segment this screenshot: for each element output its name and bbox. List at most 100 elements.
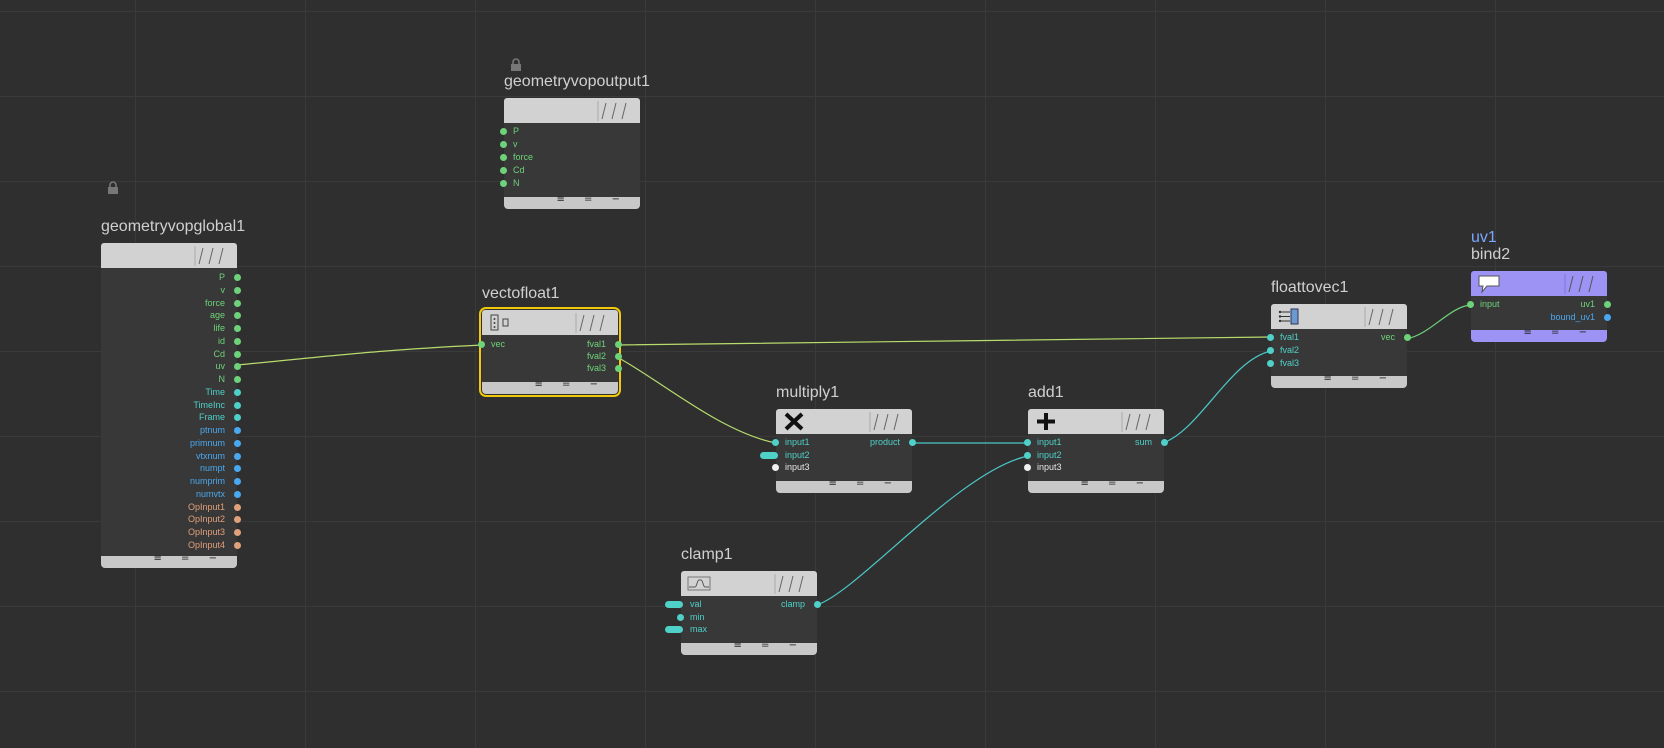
port-input[interactable]: input — [1467, 298, 1500, 310]
port-output[interactable]: numpt — [200, 462, 241, 474]
port-connector[interactable] — [234, 337, 241, 345]
footer-controls[interactable]: ≡ = − — [1324, 373, 1396, 384]
node-header[interactable] — [681, 571, 817, 597]
wire-fval2-to-input1[interactable] — [616, 356, 777, 444]
port-output[interactable]: OpInput1 — [188, 501, 241, 513]
port-output[interactable]: force — [205, 297, 241, 309]
port-connector[interactable] — [500, 128, 507, 135]
node-flags-icon[interactable] — [1559, 274, 1599, 294]
port-output[interactable]: vtxnum — [196, 450, 241, 462]
port-input[interactable]: min — [677, 611, 705, 623]
node-footer[interactable]: ≡ = − — [101, 553, 237, 568]
port-output[interactable]: N — [219, 373, 241, 385]
port-connector[interactable] — [1604, 301, 1611, 308]
port-output[interactable]: fval1 — [587, 338, 622, 350]
port-connector[interactable] — [1404, 334, 1411, 341]
port-input[interactable]: input3 — [1024, 461, 1062, 473]
port-connector[interactable] — [234, 388, 241, 396]
port-output[interactable]: Frame — [199, 411, 241, 423]
port-connector[interactable] — [234, 414, 241, 422]
port-connector[interactable] — [615, 353, 622, 360]
port-connector[interactable] — [500, 180, 507, 187]
node-header[interactable] — [101, 243, 237, 269]
port-input[interactable]: fval2 — [1267, 344, 1299, 356]
node-footer[interactable]: ≡ = − — [681, 640, 817, 655]
node-flags-icon[interactable] — [1359, 307, 1399, 327]
wire-vec-to-input[interactable] — [1405, 304, 1472, 340]
footer-controls[interactable]: ≡ = − — [1081, 478, 1153, 489]
node-header[interactable] — [776, 409, 912, 435]
port-connector[interactable] — [500, 154, 507, 161]
port-connector[interactable] — [814, 601, 821, 608]
port-output[interactable]: numvtx — [196, 488, 241, 500]
port-output[interactable]: v — [221, 284, 241, 296]
port-connector[interactable] — [478, 341, 485, 348]
footer-controls[interactable]: ≡ = − — [829, 478, 901, 489]
port-connector[interactable] — [1161, 439, 1168, 446]
port-output[interactable]: numprim — [190, 475, 241, 487]
port-input[interactable]: input1 — [1024, 436, 1062, 448]
node-footer[interactable]: ≡ = − — [776, 478, 912, 493]
node-footer[interactable]: ≡ = − — [504, 194, 640, 209]
port-output[interactable]: id — [218, 335, 241, 347]
port-connector[interactable] — [234, 427, 241, 434]
port-connector[interactable] — [234, 274, 241, 281]
node-flags-icon[interactable] — [570, 313, 610, 333]
port-output[interactable]: P — [219, 271, 241, 283]
port-input[interactable]: input2 — [760, 449, 810, 461]
port-input[interactable]: force — [500, 151, 533, 163]
port-connector[interactable] — [234, 286, 241, 294]
port-output[interactable]: life — [213, 322, 241, 334]
node-multiply1[interactable]: multiply1 input1 input2 input3 product ≡ = … — [760, 384, 916, 493]
port-connector[interactable] — [1024, 464, 1031, 471]
port-input[interactable]: input2 — [1024, 449, 1062, 461]
port-output[interactable]: sum — [1135, 436, 1168, 448]
port-input[interactable]: P — [500, 125, 519, 137]
port-output[interactable]: fval3 — [587, 362, 622, 374]
port-input[interactable]: fval1 — [1267, 331, 1299, 343]
port-connector[interactable] — [234, 503, 241, 511]
node-footer[interactable]: ≡ = − — [1028, 478, 1164, 493]
node-header[interactable] — [1271, 304, 1407, 330]
port-output[interactable]: Cd — [213, 348, 241, 360]
node-flags-icon[interactable] — [592, 101, 632, 121]
footer-controls[interactable]: ≡ = − — [535, 379, 607, 390]
port-connector[interactable] — [772, 439, 779, 446]
port-connector[interactable] — [1024, 451, 1031, 459]
port-connector[interactable] — [234, 363, 241, 371]
footer-controls[interactable]: ≡ = − — [1524, 327, 1596, 338]
node-footer[interactable]: ≡ = − — [1271, 373, 1407, 388]
footer-controls[interactable]: ≡ = − — [154, 553, 226, 564]
port-connector[interactable] — [615, 365, 622, 372]
wire-fval1-to-fval1[interactable] — [616, 336, 1272, 346]
port-connector[interactable] — [234, 516, 241, 524]
port-connector[interactable] — [234, 350, 241, 358]
port-output[interactable]: age — [210, 309, 241, 321]
port-connector[interactable] — [234, 529, 241, 536]
port-connector[interactable] — [1024, 439, 1031, 446]
node-flags-icon[interactable] — [864, 412, 904, 432]
port-output[interactable]: uv — [215, 360, 241, 372]
node-bind2[interactable]: uv1 bind2 input uv1 bound_uv1 ≡ = − — [1467, 229, 1611, 342]
port-connector[interactable] — [665, 601, 683, 608]
port-connector[interactable] — [1467, 301, 1474, 308]
port-input[interactable]: fval3 — [1267, 357, 1299, 369]
port-output[interactable]: primnum — [190, 437, 241, 449]
port-connector[interactable] — [677, 613, 684, 621]
port-output[interactable]: Time — [205, 386, 241, 398]
port-connector[interactable] — [234, 439, 241, 447]
port-connector[interactable] — [615, 341, 622, 348]
port-connector[interactable] — [234, 465, 241, 473]
node-vectofloat1[interactable]: vectofloat1 vec fval1 fval2 fval3 ≡ = − — [478, 285, 622, 397]
node-flags-icon[interactable] — [1116, 412, 1156, 432]
node-footer[interactable]: ≡ = − — [482, 379, 618, 394]
node-add1[interactable]: add1 input1 input2 input3 sum ≡ = − — [1024, 384, 1168, 493]
port-connector[interactable] — [500, 167, 507, 174]
port-output[interactable]: OpInput4 — [188, 539, 241, 551]
node-header[interactable] — [1471, 271, 1607, 297]
port-connector[interactable] — [234, 541, 241, 549]
port-input[interactable]: input3 — [772, 461, 810, 473]
node-floattovec1[interactable]: floattovec1 fval1 fval2 fval3 vec ≡ = − — [1267, 279, 1411, 388]
port-connector[interactable] — [234, 312, 241, 320]
footer-controls[interactable]: ≡ = − — [557, 194, 629, 205]
